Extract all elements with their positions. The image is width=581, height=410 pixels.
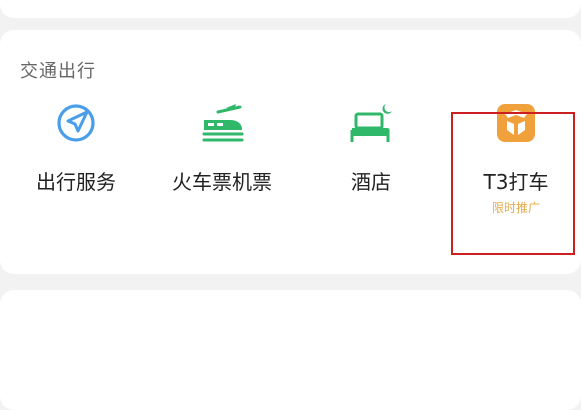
- hotel-entry[interactable]: 酒店: [301, 100, 441, 220]
- previous-card: [0, 0, 581, 18]
- travel-service-label: 出行服务: [36, 170, 116, 194]
- next-card: [0, 290, 581, 410]
- train-plane-icon: [202, 104, 244, 142]
- train-flight-label: 火车票机票: [172, 170, 272, 194]
- train-flight-entry[interactable]: 火车票机票: [152, 100, 292, 220]
- navigation-arrow-icon: [57, 104, 95, 142]
- section-title: 交通出行: [20, 61, 96, 82]
- hotel-label: 酒店: [351, 170, 391, 194]
- highlight-box: [451, 112, 575, 255]
- travel-service-entry[interactable]: 出行服务: [6, 100, 146, 220]
- hotel-bed-icon: [350, 104, 392, 142]
